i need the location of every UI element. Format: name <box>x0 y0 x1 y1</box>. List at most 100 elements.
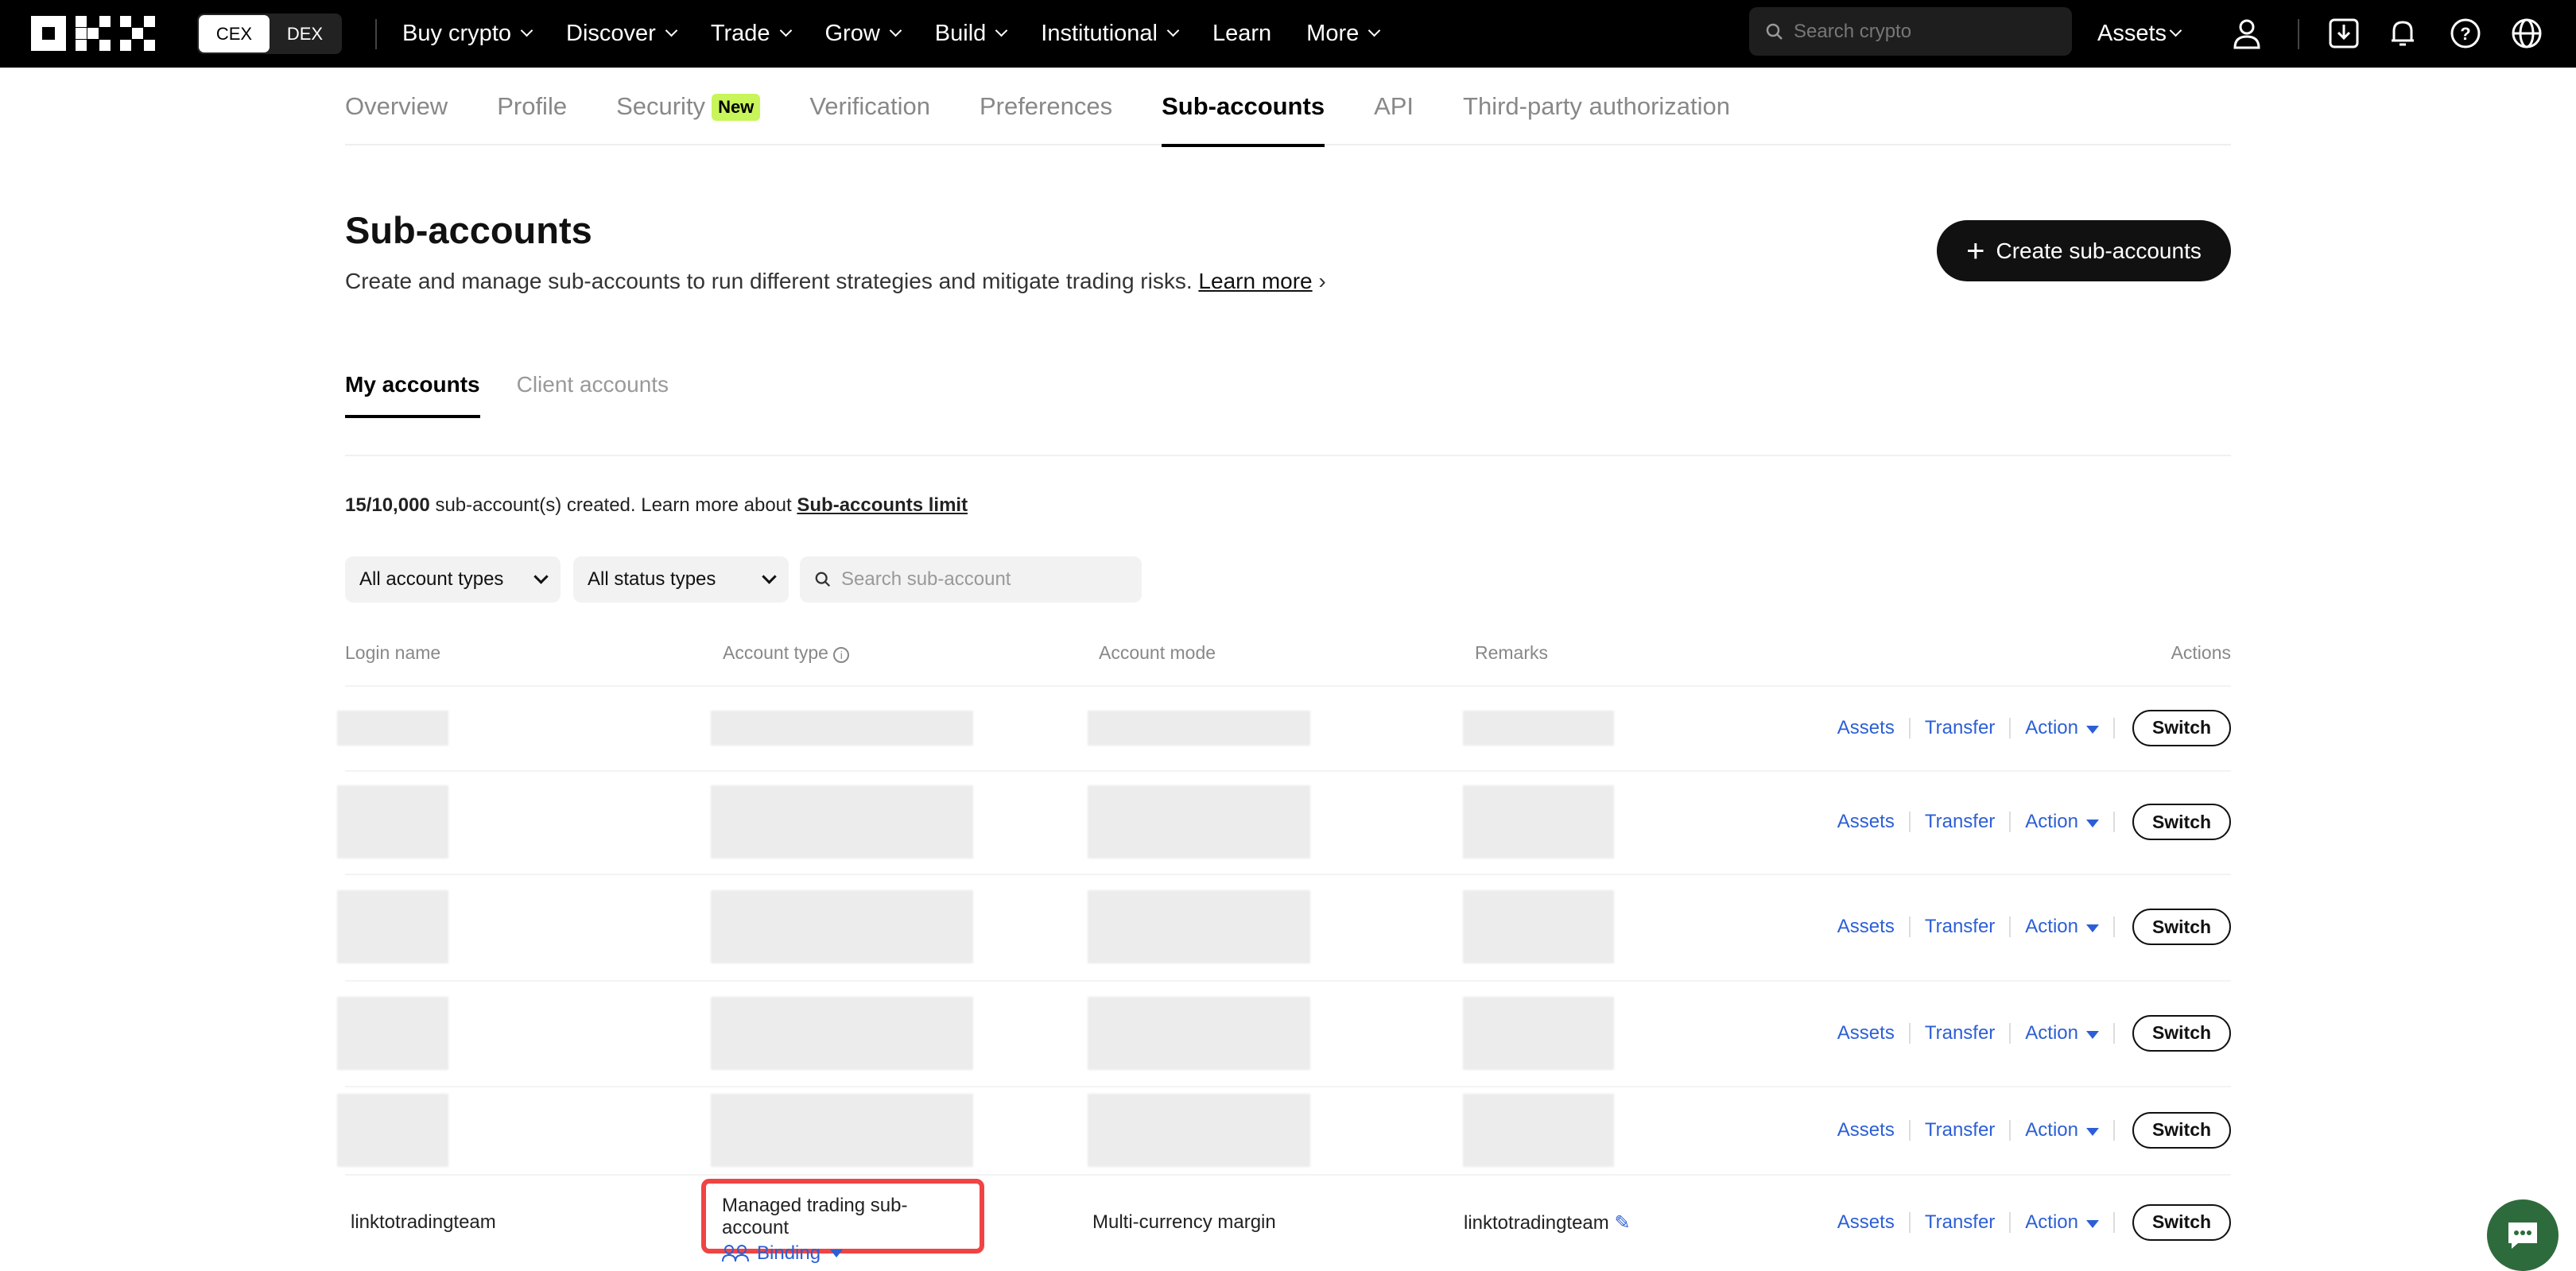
transfer-link[interactable]: Transfer <box>1925 811 1995 833</box>
tab-sub-accounts[interactable]: Sub-accounts <box>1162 86 1325 147</box>
chevron-right-icon: › <box>1318 269 1326 293</box>
assets-link[interactable]: Assets <box>1837 1022 1895 1044</box>
header-account-mode: Account mode <box>1099 642 1216 663</box>
tab-verification[interactable]: Verification <box>809 86 930 145</box>
row-divider <box>345 1086 2231 1087</box>
nav-buy-crypto[interactable]: Buy crypto <box>402 21 533 47</box>
divider <box>345 455 2231 456</box>
action-dropdown[interactable]: Action <box>2025 1022 2099 1044</box>
filter-value: All status types <box>588 568 716 590</box>
edit-icon[interactable]: ✎ <box>1614 1212 1630 1234</box>
redacted-cell <box>711 1093 973 1167</box>
binding-dropdown[interactable]: Binding <box>722 1242 964 1265</box>
tab-preferences[interactable]: Preferences <box>980 86 1112 145</box>
assets-link[interactable]: Assets <box>1837 916 1895 938</box>
tab-my-accounts[interactable]: My accounts <box>345 372 480 418</box>
transfer-link[interactable]: Transfer <box>1925 717 1995 739</box>
action-dropdown[interactable]: Action <box>2025 1211 2099 1234</box>
separator <box>2009 812 2012 832</box>
download-icon[interactable] <box>2326 16 2361 51</box>
assets-link[interactable]: Assets <box>1837 717 1895 739</box>
dex-option[interactable]: DEX <box>270 15 340 52</box>
transfer-link[interactable]: Transfer <box>1925 1022 1995 1044</box>
account-type-filter[interactable]: All account types <box>345 556 561 603</box>
switch-button[interactable]: Switch <box>2132 1203 2231 1241</box>
assets-menu[interactable]: Assets <box>2097 0 2182 68</box>
separator <box>1908 1119 1911 1141</box>
action-dropdown[interactable]: Action <box>2025 717 2099 739</box>
row-actions: Assets Transfer Action Switch <box>1837 1111 2231 1149</box>
nav-label: Trade <box>710 21 770 46</box>
bell-icon[interactable] <box>2385 16 2420 51</box>
account-type: Managed trading sub-account <box>722 1195 908 1238</box>
action-dropdown[interactable]: Action <box>2025 811 2099 833</box>
chevron-down-icon <box>520 24 533 37</box>
redacted-cell <box>337 785 448 858</box>
highlighted-account-type: Managed trading sub-account Binding <box>701 1179 984 1264</box>
redacted-cell <box>1088 890 1310 963</box>
transfer-link[interactable]: Transfer <box>1925 1119 1995 1141</box>
switch-button[interactable]: Switch <box>2132 1014 2231 1052</box>
cex-dex-toggle[interactable]: CEX DEX <box>197 14 342 54</box>
help-icon[interactable]: ? <box>2448 16 2483 51</box>
nav-build[interactable]: Build <box>935 21 1008 47</box>
okx-logo[interactable] <box>31 16 155 51</box>
nav-discover[interactable]: Discover <box>566 21 678 47</box>
nav-divider <box>2298 19 2299 49</box>
sub-accounts-limit-link[interactable]: Sub-accounts limit <box>797 494 968 516</box>
top-nav: CEX DEX Buy crypto Discover Trade Grow B… <box>0 0 2576 68</box>
switch-button[interactable]: Switch <box>2132 909 2231 945</box>
switch-button[interactable]: Switch <box>2132 1111 2231 1149</box>
tab-profile[interactable]: Profile <box>497 86 567 145</box>
assets-label: Assets <box>2097 21 2167 46</box>
limit-text: sub-account(s) created. Learn more about <box>435 494 792 516</box>
separator <box>2113 717 2115 738</box>
user-icon[interactable] <box>2229 16 2264 51</box>
redacted-cell <box>1463 710 1614 746</box>
search-sub-account-input[interactable]: Search sub-account <box>800 556 1142 603</box>
create-sub-accounts-button[interactable]: + Create sub-accounts <box>1937 220 2231 281</box>
separator <box>2009 916 2012 937</box>
assets-link[interactable]: Assets <box>1837 1119 1895 1141</box>
search-icon <box>815 572 831 587</box>
chevron-down-icon <box>1368 24 1381 37</box>
tab-client-accounts[interactable]: Client accounts <box>517 372 669 418</box>
nav-learn[interactable]: Learn <box>1212 21 1271 47</box>
nav-grow[interactable]: Grow <box>825 21 902 47</box>
tab-third-party-authorization[interactable]: Third-party authorization <box>1463 86 1730 145</box>
redacted-cell <box>1088 710 1310 746</box>
transfer-link[interactable]: Transfer <box>1925 916 1995 938</box>
row-divider <box>345 980 2231 982</box>
tab-api[interactable]: API <box>1374 86 1414 145</box>
tab-security[interactable]: Security New <box>616 86 761 145</box>
info-icon[interactable]: i <box>833 647 850 663</box>
globe-icon[interactable] <box>2509 16 2544 51</box>
action-label: Action <box>2025 716 2078 738</box>
switch-button[interactable]: Switch <box>2132 709 2231 746</box>
chat-icon <box>2508 1223 2537 1249</box>
nav-trade[interactable]: Trade <box>710 21 792 47</box>
switch-button[interactable]: Switch <box>2132 804 2231 840</box>
cex-option[interactable]: CEX <box>199 15 270 52</box>
separator <box>1908 812 1911 832</box>
limit-count: 15/10,000 <box>345 494 430 516</box>
settings-tabs: Overview Profile Security New Verificatio… <box>345 86 2231 147</box>
remarks-text: linktotradingteam <box>1464 1212 1609 1234</box>
nav-institutional[interactable]: Institutional <box>1041 21 1180 47</box>
search-crypto-input[interactable]: Search crypto <box>1749 7 2072 56</box>
action-dropdown[interactable]: Action <box>2025 1119 2099 1141</box>
learn-more-link[interactable]: Learn more <box>1198 269 1312 293</box>
redacted-cell <box>1463 785 1614 858</box>
action-dropdown[interactable]: Action <box>2025 916 2099 938</box>
transfer-link[interactable]: Transfer <box>1925 1211 1995 1234</box>
tab-overview[interactable]: Overview <box>345 86 448 145</box>
nav-label: Discover <box>566 21 656 46</box>
nav-more[interactable]: More <box>1306 21 1381 47</box>
assets-link[interactable]: Assets <box>1837 1211 1895 1234</box>
assets-link[interactable]: Assets <box>1837 811 1895 833</box>
status-type-filter[interactable]: All status types <box>573 556 789 603</box>
chat-support-button[interactable] <box>2487 1199 2559 1271</box>
tab-label: Security <box>616 92 706 120</box>
chevron-down-icon <box>533 568 549 584</box>
chevron-down-icon <box>762 568 777 584</box>
